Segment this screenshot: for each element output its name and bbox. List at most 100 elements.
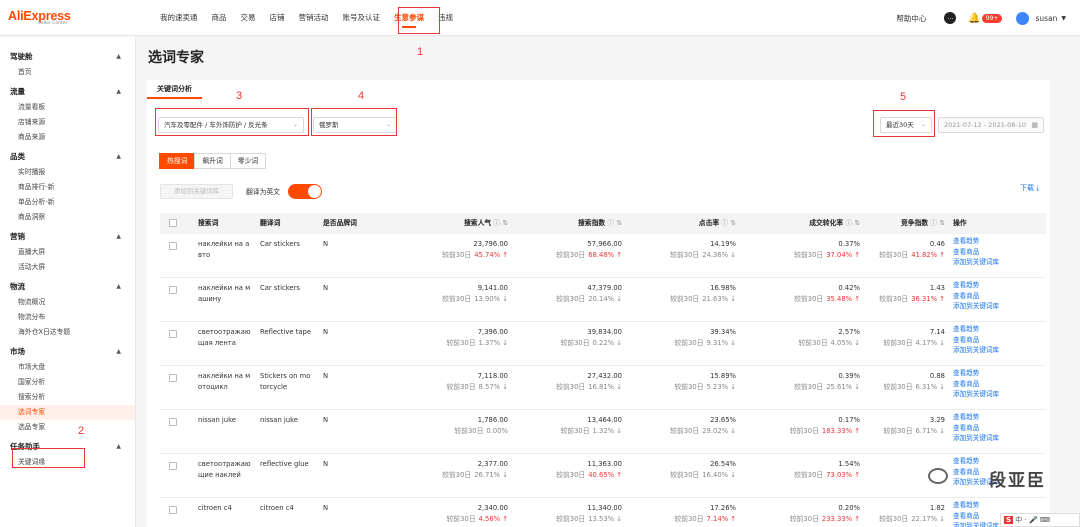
view-trend-link[interactable]: 查看趋势 bbox=[953, 500, 999, 511]
arrow-up-icon: ↑ bbox=[937, 294, 945, 303]
metric-pop: 1,786.00 较前30日 0.00% bbox=[398, 415, 508, 436]
compare-value: 9.31% bbox=[706, 338, 729, 347]
translated-keyword: citroen c4 bbox=[260, 503, 318, 514]
sidebar-group[interactable]: 流量 ▲ bbox=[0, 84, 135, 100]
caret-down-icon[interactable]: ▼ bbox=[1061, 15, 1066, 22]
sidebar-group[interactable]: 驾驶舱 ▲ bbox=[0, 49, 135, 65]
row-checkbox[interactable] bbox=[169, 374, 177, 382]
help-sort-icon[interactable]: ⓘ ⇅ bbox=[605, 219, 622, 227]
row-checkbox[interactable] bbox=[169, 462, 177, 470]
avatar[interactable] bbox=[1016, 11, 1030, 25]
compare-label: 较前30日 bbox=[879, 514, 909, 523]
column-header[interactable]: 点击率 ⓘ ⇅ bbox=[699, 213, 736, 234]
topnav-item[interactable]: 交易 bbox=[241, 0, 256, 36]
topnav-item[interactable]: 我的速卖通 bbox=[160, 0, 198, 36]
add-keyword-link[interactable]: 添加到关键词库 bbox=[953, 257, 999, 268]
sidebar-item[interactable]: 市场大盘 bbox=[0, 360, 135, 375]
view-products-link[interactable]: 查看商品 bbox=[953, 335, 999, 346]
sidebar-item[interactable]: 店铺来源 bbox=[0, 115, 135, 130]
aliexpress-logo[interactable]: AliExpress Seller Center bbox=[8, 9, 71, 26]
row-checkbox[interactable] bbox=[169, 286, 177, 294]
metric-ctr: 16.98% 较前30日 21.63% ↓ bbox=[626, 283, 736, 304]
metric-value: 16.98% bbox=[710, 284, 736, 292]
view-products-link[interactable]: 查看商品 bbox=[953, 423, 999, 434]
view-products-link[interactable]: 查看商品 bbox=[953, 291, 999, 302]
sidebar-item[interactable]: 物流分布 bbox=[0, 310, 135, 325]
topnav-item[interactable]: 营销活动 bbox=[299, 0, 329, 36]
sidebar-item[interactable]: 选词专家 bbox=[0, 405, 135, 420]
row-checkbox[interactable] bbox=[169, 242, 177, 250]
topnav-item[interactable]: 店铺 bbox=[270, 0, 285, 36]
bell-icon[interactable]: 🔔 bbox=[968, 13, 980, 24]
row-checkbox[interactable] bbox=[169, 330, 177, 338]
watermark-text: 段亚臣 bbox=[989, 471, 1046, 490]
sidebar-item[interactable]: 物流概况 bbox=[0, 295, 135, 310]
row-checkbox[interactable] bbox=[169, 506, 177, 514]
sidebar-group[interactable]: 物流 ▲ bbox=[0, 279, 135, 295]
sidebar-item[interactable]: 活动大屏 bbox=[0, 260, 135, 275]
help-sort-icon[interactable]: ⓘ ⇅ bbox=[491, 219, 508, 227]
help-sort-icon[interactable]: ⓘ ⇅ bbox=[843, 219, 860, 227]
column-header[interactable]: 竞争指数 ⓘ ⇅ bbox=[901, 213, 945, 234]
sidebar-item[interactable]: 流量看板 bbox=[0, 100, 135, 115]
sidebar-item[interactable]: 国家分析 bbox=[0, 375, 135, 390]
view-trend-link[interactable]: 查看趋势 bbox=[953, 236, 999, 247]
column-header[interactable]: 搜索人气 ⓘ ⇅ bbox=[464, 213, 508, 234]
sidebar-item[interactable]: 首页 bbox=[0, 65, 135, 80]
row-checkbox[interactable] bbox=[169, 418, 177, 426]
topnav-item[interactable]: 违规 bbox=[438, 0, 453, 36]
sidebar-item[interactable]: 商品洞察 bbox=[0, 210, 135, 225]
add-keyword-link[interactable]: 添加到关键词库 bbox=[953, 301, 999, 312]
topnav-item[interactable]: 商品 bbox=[212, 0, 227, 36]
sidebar-item[interactable]: 商品排行-新 bbox=[0, 180, 135, 195]
add-keyword-link[interactable]: 添加到关键词库 bbox=[953, 345, 999, 356]
segment-tab[interactable]: 飙升词 bbox=[194, 153, 231, 169]
sidebar-item[interactable]: 商品来源 bbox=[0, 130, 135, 145]
help-center-link[interactable]: 帮助中心 bbox=[896, 13, 926, 24]
topnav-item[interactable]: 账号及认证 bbox=[343, 0, 381, 36]
arrow-down-icon: ↓ bbox=[500, 382, 508, 391]
column-header[interactable]: 成交转化率 ⓘ ⇅ bbox=[809, 213, 860, 234]
view-trend-link[interactable]: 查看趋势 bbox=[953, 456, 999, 467]
view-products-link[interactable]: 查看商品 bbox=[953, 247, 999, 258]
sidebar-item[interactable]: 单品分析-新 bbox=[0, 195, 135, 210]
column-header[interactable]: 搜索指数 ⓘ ⇅ bbox=[578, 213, 622, 234]
segment-tab[interactable]: 热搜词 bbox=[159, 153, 196, 169]
add-keyword-link[interactable]: 添加到关键词库 bbox=[953, 433, 999, 444]
help-sort-icon[interactable]: ⓘ ⇅ bbox=[928, 219, 945, 227]
help-sort-icon[interactable]: ⓘ ⇅ bbox=[719, 219, 736, 227]
chat-icon[interactable]: … bbox=[944, 12, 957, 24]
wechat-watermark-icon bbox=[928, 468, 948, 484]
username[interactable]: susan bbox=[1035, 14, 1057, 23]
add-to-keyword-library-button[interactable]: 添加到关键词库 bbox=[160, 184, 233, 199]
view-trend-link[interactable]: 查看趋势 bbox=[953, 412, 999, 423]
view-products-link[interactable]: 查看商品 bbox=[953, 379, 999, 390]
sidebar-item[interactable]: 直播大屏 bbox=[0, 245, 135, 260]
date-range-picker[interactable]: 2021-07-12 - 2021-08-10 ▦ bbox=[938, 117, 1044, 133]
sidebar-group[interactable]: 营销 ▲ bbox=[0, 229, 135, 245]
add-keyword-link[interactable]: 添加到关键词库 bbox=[953, 389, 999, 400]
sidebar-item[interactable]: 搜索分析 bbox=[0, 390, 135, 405]
segment-tab[interactable]: 零少词 bbox=[229, 153, 267, 169]
metric-pop: 2,377.00 较前30日 26.71% ↓ bbox=[398, 459, 508, 480]
add-keyword-link[interactable]: 添加到关键词库 bbox=[953, 521, 999, 527]
compare-label: 较前30日 bbox=[560, 426, 590, 435]
translate-toggle[interactable] bbox=[288, 184, 322, 199]
download-link[interactable]: 下载 ⤓ bbox=[1020, 183, 1039, 193]
view-trend-link[interactable]: 查看趋势 bbox=[953, 324, 999, 335]
select-all-checkbox[interactable] bbox=[169, 219, 177, 227]
annotation-box-3 bbox=[155, 108, 309, 136]
sidebar-group[interactable]: 市场 ▲ bbox=[0, 344, 135, 360]
sidebar-item[interactable]: 选品专家 bbox=[0, 420, 135, 435]
view-trend-link[interactable]: 查看趋势 bbox=[953, 368, 999, 379]
translation-line: Reflective tape bbox=[260, 328, 312, 336]
sidebar-group[interactable]: 品类 ▲ bbox=[0, 149, 135, 165]
table-row: наклейки на м отоцикл Stickers on mo torcyc… bbox=[160, 366, 1046, 410]
view-trend-link[interactable]: 查看趋势 bbox=[953, 280, 999, 291]
view-products-link[interactable]: 查看商品 bbox=[953, 511, 999, 522]
metric-compare: 较前30日 16.40% ↓ bbox=[626, 470, 736, 481]
caret-up-icon: ▲ bbox=[116, 153, 121, 160]
sidebar-item[interactable]: 实时播报 bbox=[0, 165, 135, 180]
tab-keyword-analysis[interactable]: 关键词分析 bbox=[147, 80, 202, 99]
sidebar-item[interactable]: 海外仓X日达专题 bbox=[0, 325, 135, 340]
